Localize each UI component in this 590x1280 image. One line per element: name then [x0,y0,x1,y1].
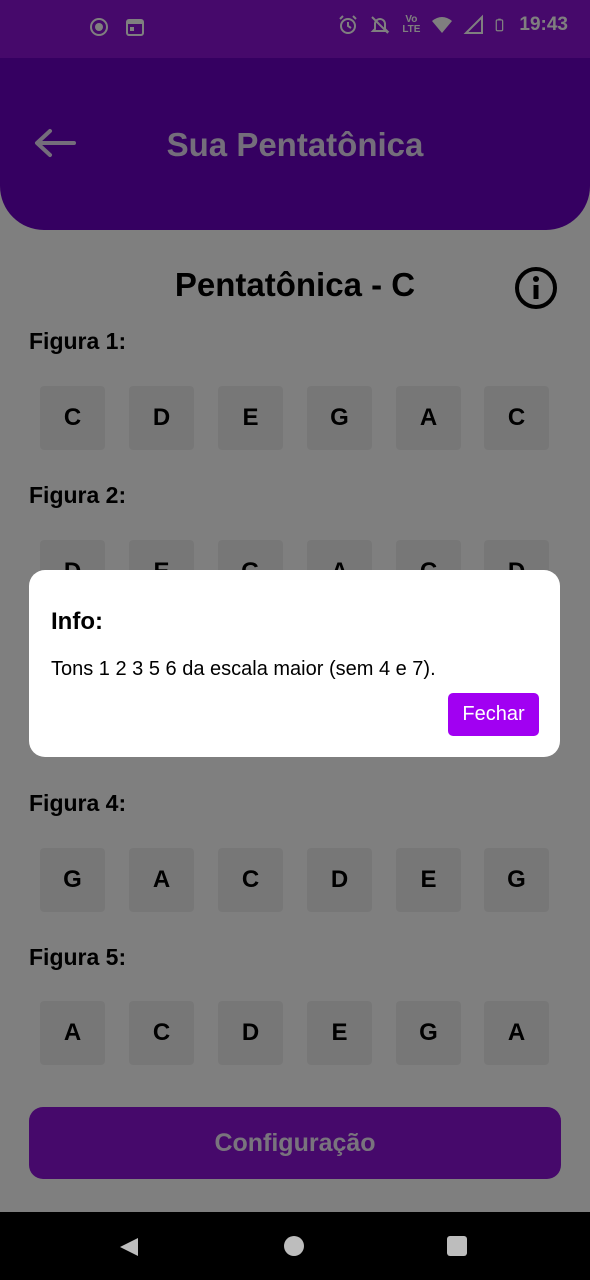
nav-recents-icon[interactable] [447,1236,467,1256]
close-button[interactable]: Fechar [448,693,539,736]
dialog-message: Tons 1 2 3 5 6 da escala maior (sem 4 e … [51,658,436,680]
system-nav-bar [0,1212,590,1280]
nav-home-icon[interactable] [284,1236,304,1256]
dialog-title: Info: [51,608,103,635]
nav-back-icon[interactable] [118,1236,140,1258]
info-dialog: Info: Tons 1 2 3 5 6 da escala maior (se… [29,570,560,757]
